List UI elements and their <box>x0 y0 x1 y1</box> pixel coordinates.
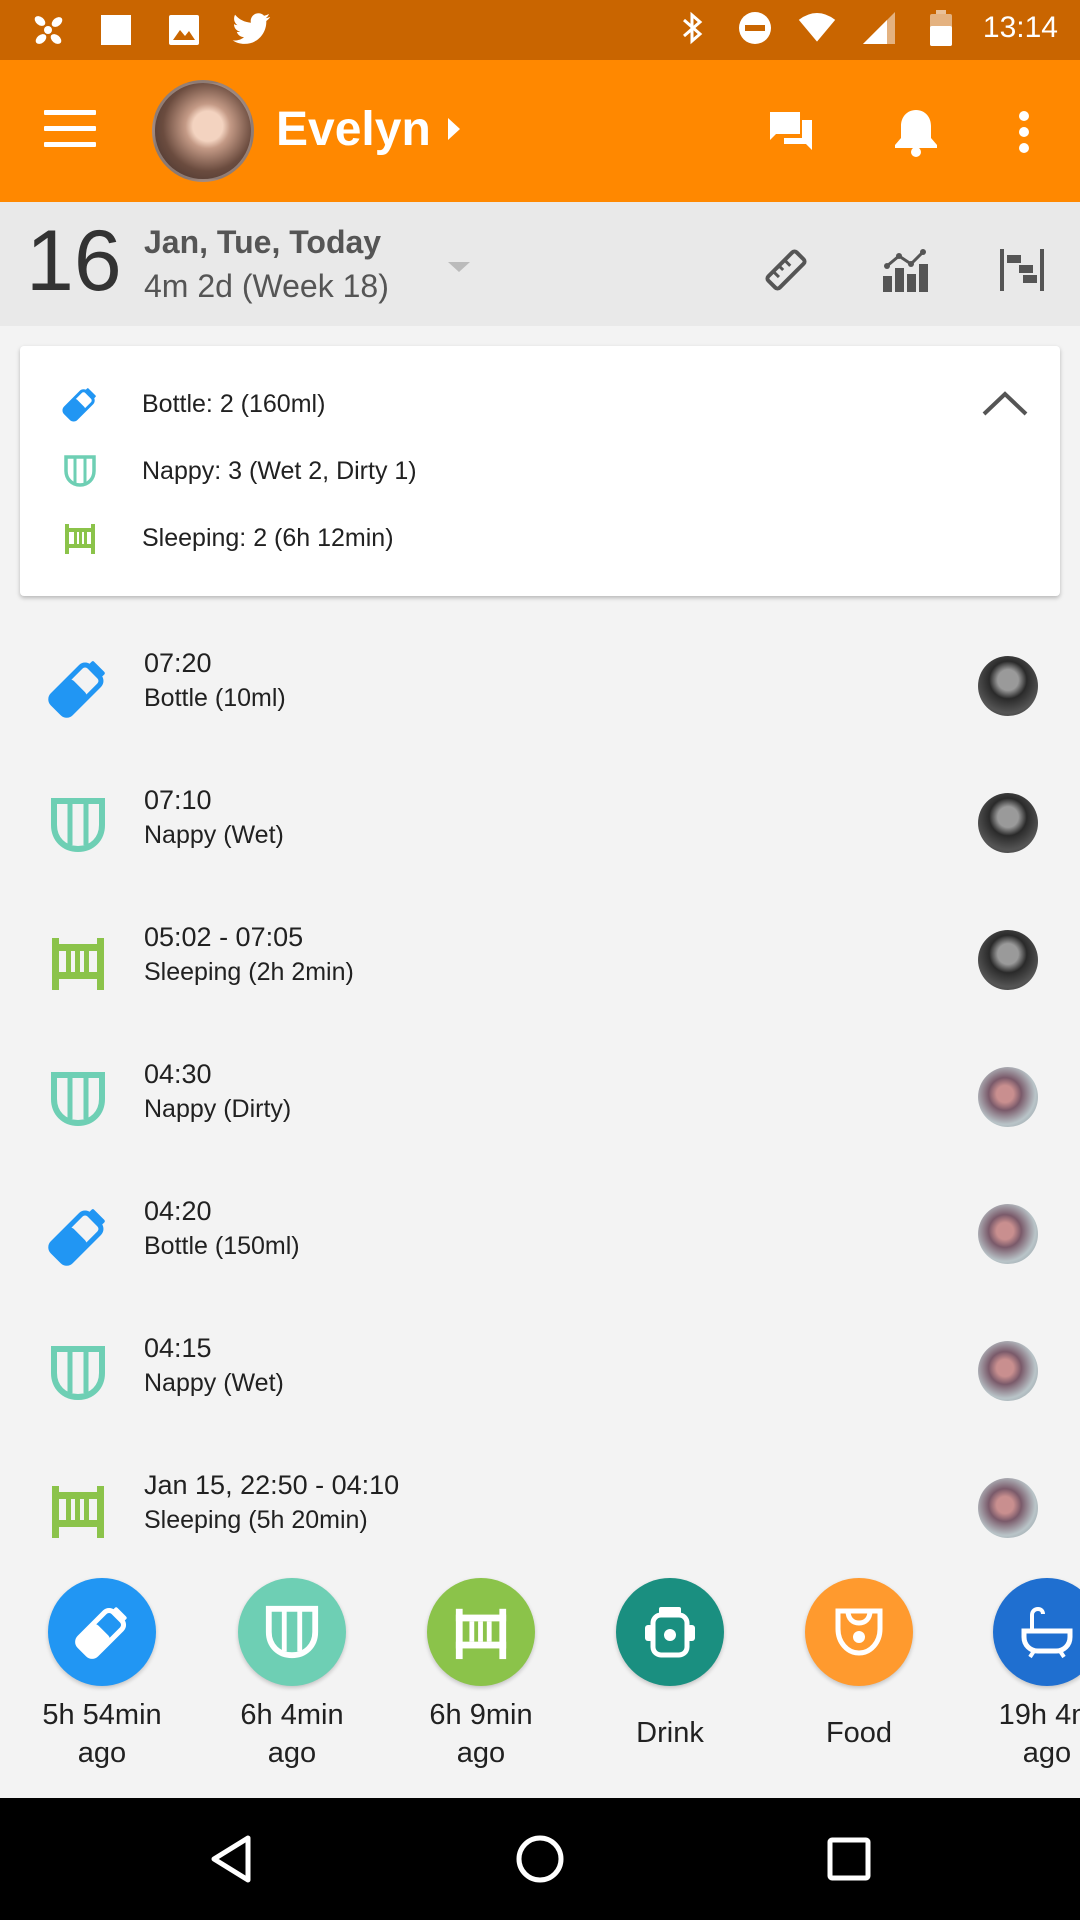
entry-time: 04:15 <box>144 1333 212 1363</box>
twitter-icon <box>232 10 272 50</box>
quick-action-label: 19h 4mago <box>998 1699 1080 1769</box>
bluetooth-icon <box>673 8 713 48</box>
user-avatar <box>978 793 1038 853</box>
summary-row-sleep: Sleeping: 2 (6h 12min) <box>60 518 394 558</box>
timeline-entry[interactable]: 04:15 Nappy (Wet) <box>0 1325 1080 1462</box>
entry-description: Nappy (Dirty) <box>144 1095 292 1123</box>
quick-action-nappy[interactable]: 6h 4min ago <box>212 1578 372 1772</box>
user-avatar <box>978 1341 1038 1401</box>
crib-icon <box>46 1478 110 1542</box>
summary-row-nappy: Nappy: 3 (Wet 2, Dirty 1) <box>60 451 417 491</box>
timeline-entry[interactable]: 04:30 Nappy (Dirty) <box>0 1051 1080 1188</box>
user-avatar <box>978 1067 1038 1127</box>
quick-action-food[interactable]: Food <box>779 1578 939 1752</box>
battery-icon <box>921 8 961 48</box>
cup-icon[interactable] <box>616 1578 724 1686</box>
quick-action-label: 6h 4min ago <box>240 1699 344 1769</box>
crib-icon <box>60 518 100 558</box>
recents-icon[interactable] <box>824 1834 874 1884</box>
baby-avatar[interactable] <box>152 80 254 182</box>
bottle-icon <box>46 656 110 720</box>
status-bar: 13:14 <box>0 0 1080 60</box>
entry-description: Nappy (Wet) <box>144 821 284 849</box>
quick-action-drink[interactable]: Drink <box>590 1578 750 1752</box>
status-time: 13:14 <box>982 11 1058 44</box>
bib-icon[interactable] <box>805 1578 913 1686</box>
back-icon[interactable] <box>206 1834 256 1884</box>
crib-icon[interactable] <box>427 1578 535 1686</box>
timeline-entry[interactable]: 04:20 Bottle (150ml) <box>0 1188 1080 1325</box>
user-avatar <box>978 1478 1038 1538</box>
entry-description: Bottle (150ml) <box>144 1232 300 1260</box>
quick-action-sleep[interactable]: 6h 9min ago <box>401 1578 561 1772</box>
nappy-icon <box>46 793 110 857</box>
baby-name[interactable]: Evelyn <box>276 102 431 157</box>
image-icon <box>164 10 204 50</box>
baby-age-label[interactable]: 4m 2d (Week 18) <box>144 268 389 305</box>
entry-description: Sleeping (2h 2min) <box>144 958 354 986</box>
pinwheel-icon <box>28 10 68 50</box>
chart-icon[interactable] <box>876 242 932 298</box>
entry-time: 04:20 <box>144 1196 212 1226</box>
date-dropdown-icon[interactable] <box>448 262 470 272</box>
date-label[interactable]: Jan, Tue, Today <box>144 224 381 261</box>
entry-time: 05:02 - 07:05 <box>144 922 304 952</box>
day-number[interactable]: 16 <box>26 218 122 304</box>
quick-action-label: 6h 9min ago <box>429 1699 533 1769</box>
nappy-icon[interactable] <box>238 1578 346 1686</box>
signal-icon <box>859 8 899 48</box>
chat-icon[interactable] <box>764 102 824 162</box>
summary-bottle-text: Bottle: 2 (160ml) <box>142 389 326 418</box>
entry-time: Jan 15, 22:50 - 04:10 <box>144 1470 400 1500</box>
bottle-icon[interactable] <box>48 1578 156 1686</box>
quick-action-bath[interactable]: 19h 4mago <box>967 1578 1080 1772</box>
home-icon[interactable] <box>515 1834 565 1884</box>
do-not-disturb-icon <box>735 8 775 48</box>
user-avatar <box>978 1204 1038 1264</box>
nappy-icon <box>60 451 100 491</box>
entry-time: 07:10 <box>144 785 212 815</box>
caret-right-icon[interactable] <box>448 118 460 140</box>
collapse-icon[interactable] <box>980 386 1030 420</box>
bottle-icon <box>46 1204 110 1268</box>
entry-time: 07:20 <box>144 648 212 678</box>
date-header: 16 Jan, Tue, Today 4m 2d (Week 18) <box>0 202 1080 326</box>
timeline-entry[interactable]: 07:20 Bottle (10ml) <box>0 640 1080 777</box>
user-avatar <box>978 656 1038 716</box>
quick-action-label: Food <box>825 1717 893 1749</box>
entry-description: Sleeping (5h 20min) <box>144 1506 368 1534</box>
menu-icon[interactable] <box>44 110 96 150</box>
entry-time: 04:30 <box>144 1059 212 1089</box>
quick-action-label: Drink <box>636 1717 704 1749</box>
user-avatar <box>978 930 1038 990</box>
app-bar: Evelyn <box>0 60 1080 202</box>
nappy-icon <box>46 1341 110 1405</box>
summary-nappy-text: Nappy: 3 (Wet 2, Dirty 1) <box>142 456 417 485</box>
entry-description: Nappy (Wet) <box>144 1369 284 1397</box>
crib-icon <box>46 930 110 994</box>
summary-row-bottle: Bottle: 2 (160ml) <box>60 384 325 424</box>
timeline-entry[interactable]: 07:10 Nappy (Wet) <box>0 777 1080 914</box>
timeline-icon[interactable] <box>994 242 1050 298</box>
ruler-icon[interactable] <box>758 242 814 298</box>
entry-description: Bottle (10ml) <box>144 684 286 712</box>
timeline-entry[interactable]: 05:02 - 07:05 Sleeping (2h 2min) <box>0 914 1080 1051</box>
bell-icon[interactable] <box>886 102 946 162</box>
bath-icon[interactable] <box>993 1578 1080 1686</box>
summary-sleep-text: Sleeping: 2 (6h 12min) <box>142 523 394 552</box>
quick-action-label: 5h 54min ago <box>42 1699 162 1769</box>
square-icon <box>96 10 136 50</box>
daily-summary-card: Bottle: 2 (160ml) Nappy: 3 (Wet 2, Dirty… <box>20 346 1060 596</box>
nappy-icon <box>46 1067 110 1131</box>
wifi-icon <box>797 8 837 48</box>
bottle-icon <box>60 384 100 424</box>
more-vert-icon[interactable] <box>994 102 1054 162</box>
quick-action-bottle[interactable]: 5h 54min ago <box>22 1578 182 1772</box>
system-nav-bar <box>0 1798 1080 1920</box>
